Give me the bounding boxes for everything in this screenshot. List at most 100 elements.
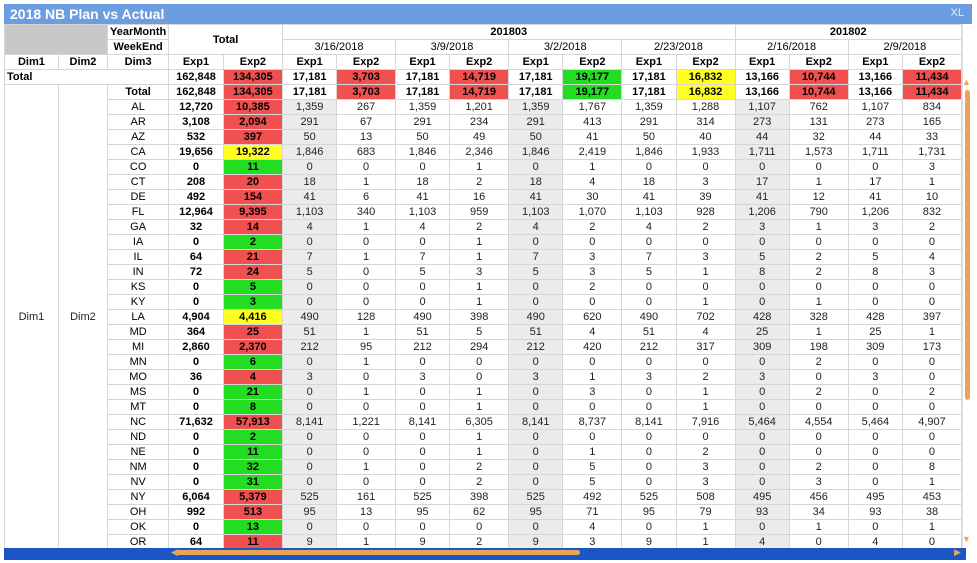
value-cell: 1,767 [562, 99, 623, 115]
state-label[interactable]: LA [107, 309, 170, 325]
group-total-value: 13,166 [734, 84, 790, 100]
state-label[interactable]: MD [107, 324, 170, 340]
week-date-header[interactable]: 2/16/2018 [734, 39, 849, 55]
vertical-scrollbar-thumb[interactable] [965, 90, 970, 400]
value-cell: 3 [449, 264, 510, 280]
value-cell: 3 [788, 474, 849, 490]
value-cell: 38 [901, 504, 962, 520]
state-label[interactable]: MS [107, 384, 170, 400]
value-cell: 4 [222, 369, 284, 385]
state-label[interactable]: MN [107, 354, 170, 370]
state-label[interactable]: GA [107, 219, 170, 235]
state-label[interactable]: NM [107, 459, 170, 475]
value-cell: 12 [788, 189, 849, 205]
value-cell: 20 [222, 174, 284, 190]
state-label[interactable]: OK [107, 519, 170, 535]
scroll-down-icon[interactable]: ▼ [962, 534, 971, 544]
value-cell: 1 [449, 429, 510, 445]
title-bar[interactable]: 2018 NB Plan vs Actual XL [4, 4, 972, 24]
value-cell: 41 [734, 189, 790, 205]
value-cell: 8 [222, 399, 284, 415]
table-row: NY 6,064 5,379 525 161 525 398 525 492 525 508 495 4… [5, 489, 962, 505]
state-label[interactable]: OR [107, 534, 170, 548]
horizontal-scrollbar-thumb[interactable] [176, 550, 580, 555]
state-label[interactable]: CT [107, 174, 170, 190]
state-label[interactable]: FL [107, 204, 170, 220]
value-cell: 131 [788, 114, 849, 130]
value-cell: 0 [847, 279, 903, 295]
state-label[interactable]: IN [107, 264, 170, 280]
value-cell: 1,359 [508, 99, 564, 115]
month-header[interactable]: 201802 [734, 24, 962, 40]
value-cell: 5 [847, 249, 903, 265]
table-row: FL 12,964 9,395 1,103 340 1,103 959 1,103 1,070 1… [5, 204, 962, 220]
value-cell: 161 [336, 489, 396, 505]
state-label[interactable]: NE [107, 444, 170, 460]
value-cell: 0 [901, 444, 962, 460]
state-label[interactable]: AZ [107, 129, 170, 145]
value-cell: 762 [788, 99, 849, 115]
total-header: Total [168, 24, 284, 55]
state-label[interactable]: ND [107, 429, 170, 445]
value-cell: 0 [282, 459, 338, 475]
value-cell: 64 [168, 534, 224, 548]
value-cell: 1 [675, 534, 736, 548]
state-label[interactable]: CO [107, 159, 170, 175]
state-label[interactable]: DE [107, 189, 170, 205]
dim-label[interactable]: Dim2 [57, 54, 109, 70]
week-date-header[interactable]: 3/2/2018 [508, 39, 623, 55]
state-label[interactable]: AL [107, 99, 170, 115]
value-cell: 0 [621, 279, 677, 295]
value-cell: 0 [394, 384, 451, 400]
value-cell: 0 [282, 294, 338, 310]
value-cell: 9 [394, 534, 451, 548]
state-label[interactable]: NC [107, 414, 170, 430]
week-date-header[interactable]: 3/16/2018 [282, 39, 396, 55]
value-cell: 1 [901, 174, 962, 190]
table-row: OH 992 513 95 13 95 62 95 71 95 79 93 34 93 38 [5, 504, 962, 520]
state-label[interactable]: KY [107, 294, 170, 310]
value-cell: 1 [449, 294, 510, 310]
scroll-up-icon[interactable]: ▲ [962, 77, 971, 87]
value-cell: 294 [449, 339, 510, 355]
value-cell: 79 [675, 504, 736, 520]
pivot-table-viewport[interactable]: YearMonth Total 201803 201802 WeekEnd 3/16/20… [4, 24, 962, 548]
value-cell: 3 [562, 249, 623, 265]
dim-label[interactable]: Dim3 [107, 54, 170, 70]
state-label[interactable]: MT [107, 399, 170, 415]
week-date-header[interactable]: 2/23/2018 [621, 39, 736, 55]
export-excel-icon[interactable]: XL [951, 7, 964, 19]
state-label[interactable]: MO [107, 369, 170, 385]
value-cell: 413 [562, 114, 623, 130]
state-label[interactable]: IL [107, 249, 170, 265]
value-cell: 1,221 [336, 414, 396, 430]
value-cell: 0 [901, 234, 962, 250]
month-header[interactable]: 201803 [282, 24, 736, 40]
grand-total-value: 17,181 [621, 69, 677, 85]
state-label[interactable]: CA [107, 144, 170, 160]
state-label[interactable]: NY [107, 489, 170, 505]
state-label[interactable]: KS [107, 279, 170, 295]
value-cell: 364 [168, 324, 224, 340]
value-cell: 5 [621, 264, 677, 280]
value-cell: 3 [562, 534, 623, 548]
value-cell: 0 [168, 279, 224, 295]
value-cell: 0 [847, 294, 903, 310]
week-date-header[interactable]: 3/9/2018 [394, 39, 510, 55]
state-label[interactable]: IA [107, 234, 170, 250]
state-label[interactable]: MI [107, 339, 170, 355]
state-label[interactable]: OH [107, 504, 170, 520]
value-cell: 51 [508, 324, 564, 340]
value-cell: 0 [675, 159, 736, 175]
value-cell: 273 [734, 114, 790, 130]
value-cell: 0 [394, 399, 451, 415]
table-row: CT 208 20 18 1 18 2 18 4 18 3 17 1 17 1 [5, 174, 962, 190]
scroll-right-icon[interactable]: ▶ [954, 547, 961, 558]
value-cell: 1 [336, 534, 396, 548]
state-label[interactable]: AR [107, 114, 170, 130]
value-cell: 95 [508, 504, 564, 520]
dim-label[interactable]: Dim1 [4, 54, 59, 70]
value-cell: 1 [336, 219, 396, 235]
week-date-header[interactable]: 2/9/2018 [847, 39, 962, 55]
state-label[interactable]: NV [107, 474, 170, 490]
